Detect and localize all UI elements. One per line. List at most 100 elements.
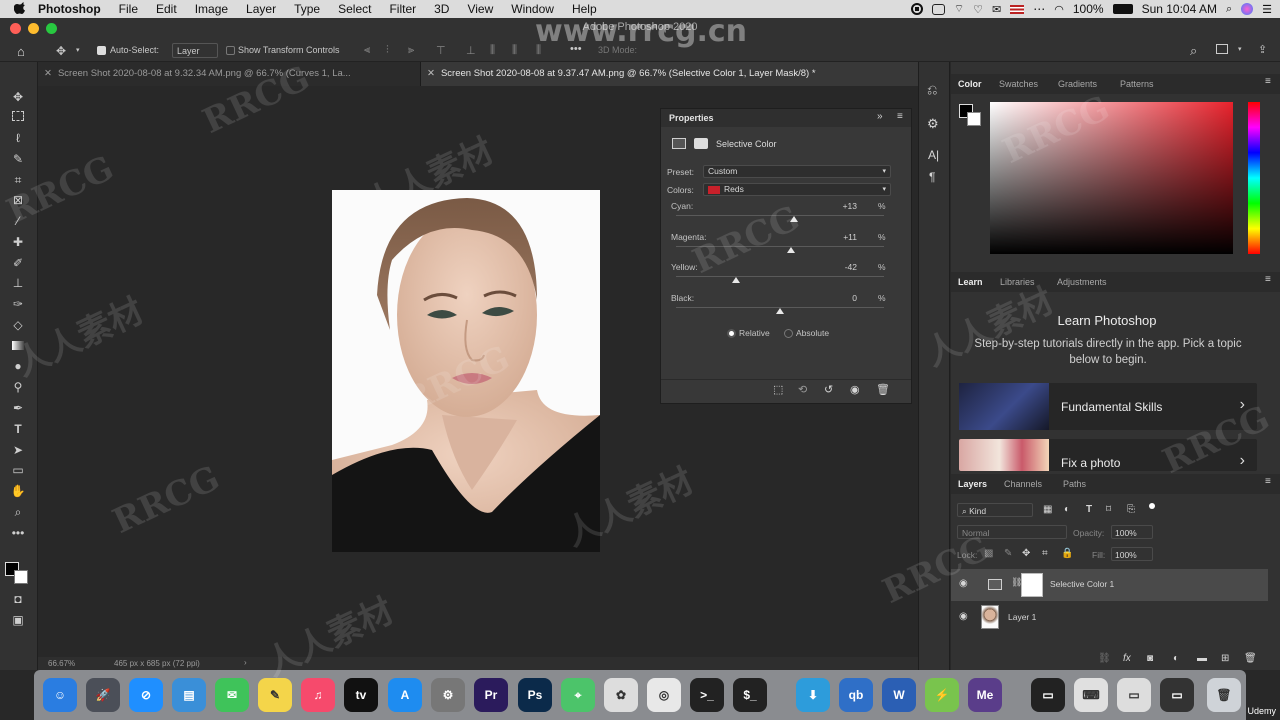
layer-row-selective-color[interactable]: ◉ ⛓ Selective Color 1: [951, 569, 1268, 601]
color-bg-swatch[interactable]: [967, 112, 981, 126]
filter-toggle-icon[interactable]: [1149, 503, 1155, 509]
slider-track[interactable]: [676, 245, 884, 247]
align-left-icon[interactable]: ⫷: [364, 44, 370, 57]
menu-view[interactable]: View: [467, 2, 493, 16]
fill-field[interactable]: 100%: [1111, 547, 1153, 561]
dock-app-launchpad[interactable]: 🚀: [86, 678, 120, 712]
edit-toolbar-icon[interactable]: •••: [10, 526, 26, 540]
healing-brush-tool-icon[interactable]: ✚: [10, 235, 26, 249]
tab-adjustments[interactable]: Adjustments: [1057, 277, 1107, 287]
slider-track[interactable]: [676, 276, 884, 277]
quick-select-tool-icon[interactable]: ✎: [10, 152, 26, 166]
dock-app-photos[interactable]: ✿: [604, 678, 638, 712]
menu-filter[interactable]: Filter: [389, 2, 416, 16]
layer-filter-dropdown[interactable]: ⌕ Kind: [957, 503, 1033, 517]
wifi-signal-icon[interactable]: ◠: [1054, 3, 1064, 16]
color-field[interactable]: [990, 102, 1233, 254]
marquee-tool-icon[interactable]: [10, 110, 26, 124]
close-icon[interactable]: ✕: [427, 68, 435, 79]
lasso-tool-icon[interactable]: ℓ: [10, 131, 26, 145]
filter-shape-icon[interactable]: ⌑: [1106, 504, 1111, 515]
menu-image[interactable]: Image: [195, 2, 228, 16]
dock-app-media-encoder[interactable]: Me: [968, 678, 1002, 712]
type-tool-icon[interactable]: T: [10, 422, 26, 436]
home-icon[interactable]: ⌂: [17, 44, 25, 59]
align-right-icon[interactable]: ⫸: [408, 44, 414, 57]
slider-value-field[interactable]: +11: [821, 232, 857, 242]
dock-app-finder-window[interactable]: ▭: [1031, 678, 1065, 712]
pen-tool-icon[interactable]: ✒: [10, 401, 26, 415]
delete-icon[interactable]: 🗑: [876, 383, 890, 396]
dock-app-console[interactable]: $_: [733, 678, 767, 712]
tab-learn[interactable]: Learn: [958, 277, 983, 287]
dock-app-notes[interactable]: ✎: [258, 678, 292, 712]
mask-icon[interactable]: [694, 138, 708, 149]
reset-icon[interactable]: ↺: [824, 383, 833, 396]
wifi-icon[interactable]: ⌔: [954, 2, 964, 16]
tab-paths[interactable]: Paths: [1063, 479, 1086, 489]
dock-app-screen-window[interactable]: ▭: [1160, 678, 1194, 712]
dock-app-photoshop[interactable]: Ps: [518, 678, 552, 712]
collapse-icon[interactable]: »: [877, 111, 883, 122]
quick-mask-icon[interactable]: ◘: [10, 592, 26, 606]
learn-card-fundamental-skills[interactable]: Fundamental Skills ›: [959, 383, 1257, 430]
opacity-field[interactable]: 100%: [1111, 525, 1153, 539]
dock-app-preview-window[interactable]: ▭: [1117, 678, 1151, 712]
lock-paint-icon[interactable]: ✎: [1004, 548, 1012, 559]
dock-app-tv[interactable]: tv: [344, 678, 378, 712]
status-chevron-icon[interactable]: ›: [244, 658, 247, 667]
dock-app-music[interactable]: ♫: [301, 678, 335, 712]
eyedropper-tool-icon[interactable]: ⁄: [10, 214, 26, 228]
stamp-tool-icon[interactable]: ⊥: [10, 276, 26, 290]
distribute-2-icon[interactable]: ⫼: [512, 44, 517, 57]
relative-radio[interactable]: [727, 329, 736, 338]
shield-icon[interactable]: ♡: [973, 3, 983, 16]
dock-app-keyboard[interactable]: ⌨: [1074, 678, 1108, 712]
history-icon[interactable]: ⎌: [927, 82, 937, 98]
workspace-icon[interactable]: [1216, 44, 1228, 54]
zoom-tool-icon[interactable]: ⌕: [10, 505, 26, 519]
add-mask-icon[interactable]: ◙: [1147, 653, 1153, 664]
layer-row-layer-1[interactable]: ◉ Layer 1: [951, 602, 1268, 632]
apple-icon[interactable]: [14, 2, 28, 16]
slider-value-field[interactable]: -42: [821, 262, 857, 272]
target-select[interactable]: Layer: [172, 43, 218, 58]
visibility-eye-icon[interactable]: ◉: [959, 611, 968, 622]
paragraph-icon[interactable]: ¶: [929, 170, 935, 184]
move-tool-icon[interactable]: ✥: [56, 44, 66, 58]
control-icon[interactable]: ☰: [1262, 3, 1272, 16]
background-color-swatch[interactable]: [14, 570, 28, 584]
clip-to-layer-icon[interactable]: ⬚: [773, 383, 783, 396]
panel-menu-icon[interactable]: ≡: [1265, 274, 1271, 285]
dock-app-app-store[interactable]: A: [388, 678, 422, 712]
absolute-radio[interactable]: [784, 329, 793, 338]
zoom-level[interactable]: 66.67%: [48, 659, 75, 668]
slider-thumb[interactable]: [789, 216, 798, 222]
learn-card-fix-photo[interactable]: Fix a photo ›: [959, 439, 1257, 471]
tab-gradients[interactable]: Gradients: [1058, 79, 1097, 89]
search-icon[interactable]: ⌕: [1226, 3, 1232, 16]
slider-thumb[interactable]: [776, 307, 784, 314]
tab-swatches[interactable]: Swatches: [999, 79, 1038, 89]
filter-smart-icon[interactable]: ⎘: [1127, 504, 1135, 515]
layer-mask-thumbnail[interactable]: [1021, 573, 1043, 597]
lock-transparent-icon[interactable]: ▩: [984, 548, 993, 559]
screen-mode-icon[interactable]: ▣: [10, 613, 26, 627]
tab-channels[interactable]: Channels: [1004, 479, 1042, 489]
dock-app-downloader[interactable]: ⬇: [796, 678, 830, 712]
frame-tool-icon[interactable]: ⊠: [10, 193, 26, 207]
portrait-image[interactable]: [332, 190, 600, 552]
menu-edit[interactable]: Edit: [156, 2, 177, 16]
lock-artboard-icon[interactable]: ⌗: [1042, 548, 1048, 559]
tab-document-1[interactable]: ✕ Screen Shot 2020-08-08 at 9.32.34 AM.pn…: [38, 62, 420, 86]
history-brush-tool-icon[interactable]: ✑: [10, 297, 26, 311]
panel-menu-icon[interactable]: ≡: [1265, 76, 1271, 87]
blend-mode-dropdown[interactable]: Normal: [957, 525, 1067, 539]
hand-tool-icon[interactable]: ✋: [10, 484, 26, 498]
siri-icon[interactable]: [1241, 3, 1254, 15]
search-icon[interactable]: ⌕: [1190, 43, 1197, 59]
preset-dropdown[interactable]: Custom ▾: [703, 165, 891, 178]
tab-document-2[interactable]: ✕ Screen Shot 2020-08-08 at 9.37.47 AM.pn…: [420, 62, 918, 86]
tab-libraries[interactable]: Libraries: [1000, 277, 1035, 287]
hue-slider[interactable]: [1248, 102, 1260, 254]
